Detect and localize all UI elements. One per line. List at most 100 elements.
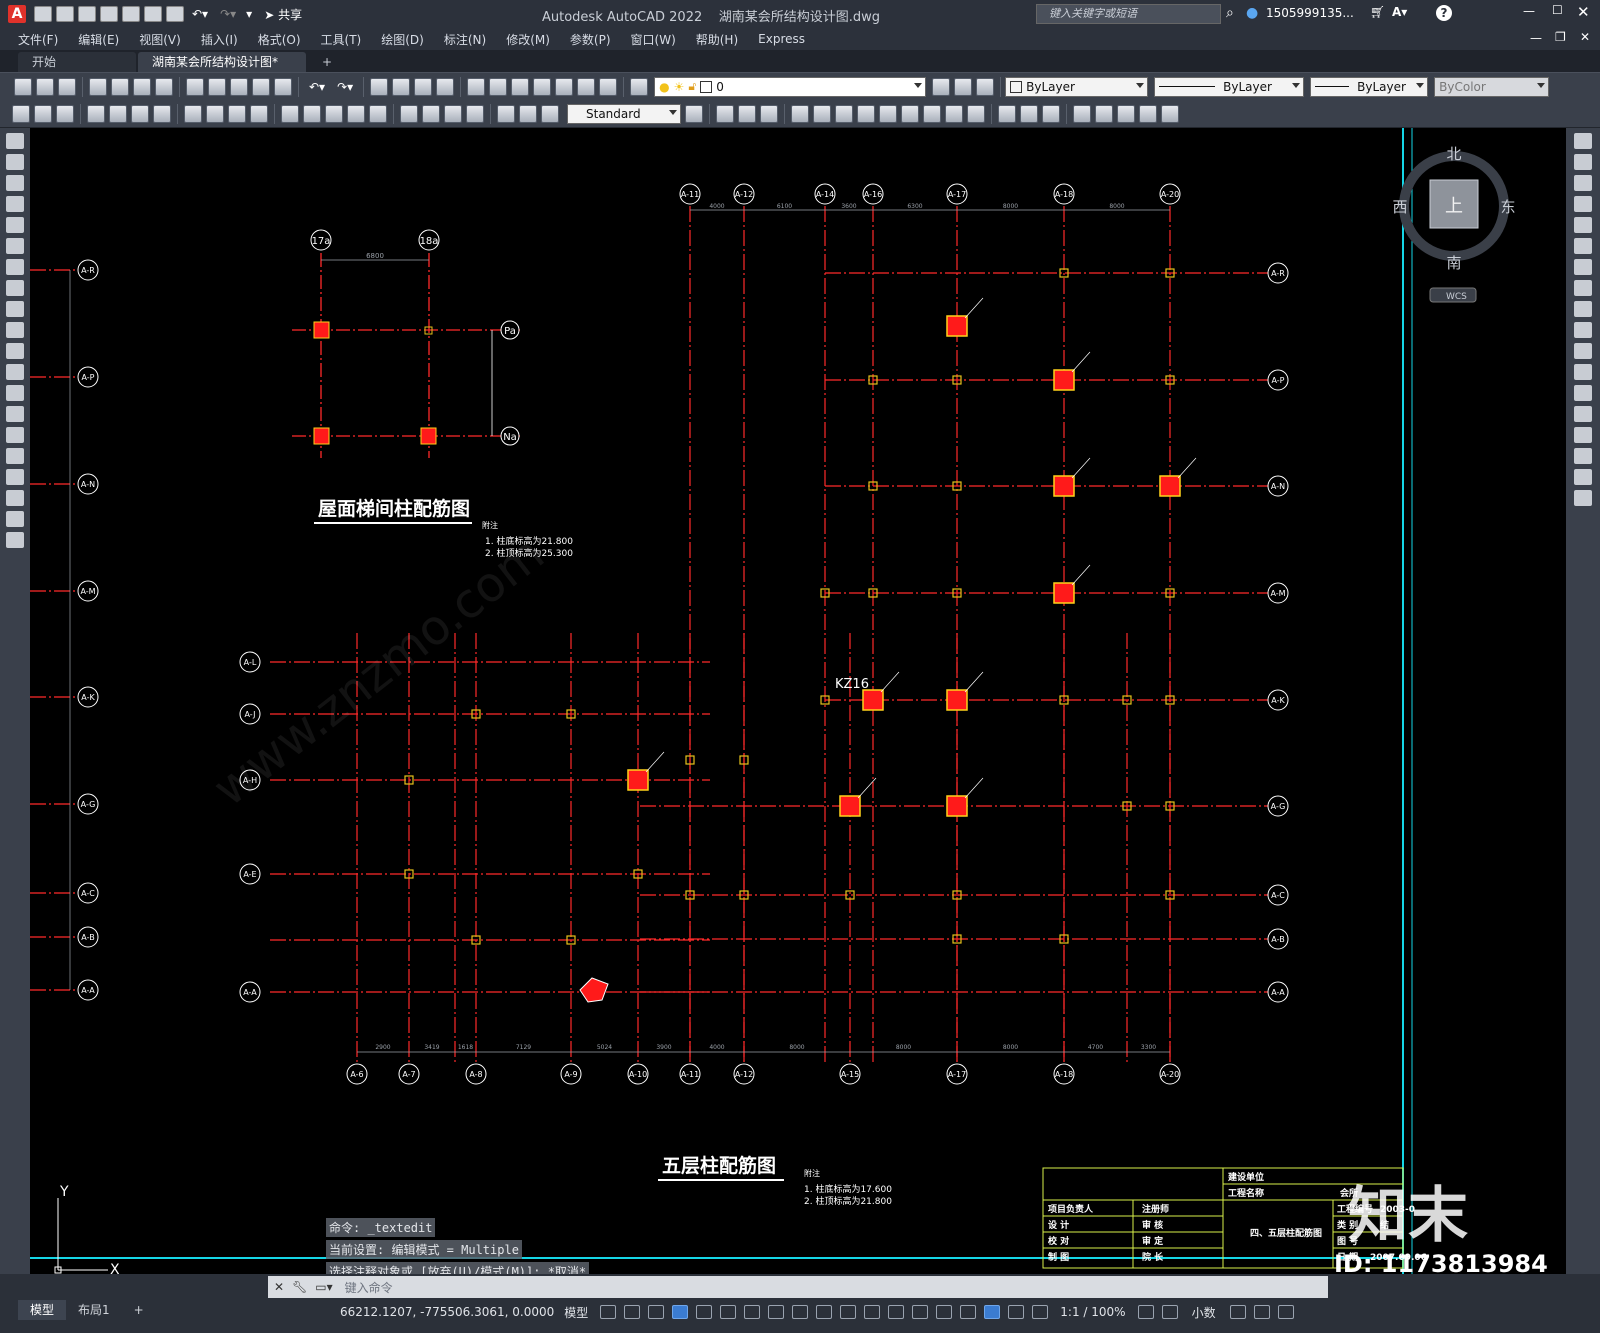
stretch-icon[interactable]	[879, 104, 897, 123]
design-center-icon[interactable]	[489, 77, 508, 96]
array-icon[interactable]	[813, 104, 831, 123]
command-line[interactable]: ✕ 🔧︎ ▭▾ 键入命令	[268, 1276, 1328, 1298]
erase-r-icon[interactable]	[1574, 133, 1592, 149]
help-tb-icon[interactable]	[599, 77, 618, 96]
stretch-r-icon[interactable]	[1574, 301, 1592, 317]
app-logo[interactable]: A	[8, 5, 26, 23]
user-name[interactable]: 1505999135...	[1266, 6, 1354, 20]
join-icon[interactable]	[967, 104, 985, 123]
dynamic-ucs-icon[interactable]	[912, 1305, 929, 1319]
sun-icon[interactable]: ☀	[674, 80, 685, 94]
copy-obj-icon[interactable]	[738, 104, 756, 123]
table-icon[interactable]	[6, 490, 24, 506]
circle-icon[interactable]	[6, 259, 24, 275]
dim-baseline-icon[interactable]	[303, 104, 321, 123]
center-mark-icon[interactable]	[422, 104, 440, 123]
point-icon[interactable]	[6, 406, 24, 422]
plot-icon[interactable]	[144, 6, 162, 22]
sheet-set-icon[interactable]	[533, 77, 552, 96]
color-combo[interactable]: ByLayer	[1005, 76, 1149, 97]
layer-properties-icon[interactable]	[630, 77, 649, 96]
break-r-icon[interactable]	[1574, 385, 1592, 401]
scale-icon[interactable]	[857, 104, 875, 123]
minimize-icon[interactable]: —	[1523, 4, 1535, 18]
arc-icon[interactable]	[6, 238, 24, 254]
menu-view[interactable]: 视图(V)	[129, 31, 191, 48]
new-icon[interactable]	[34, 6, 52, 22]
doc-minimize-icon[interactable]: —	[1530, 31, 1542, 45]
erase-icon[interactable]	[1095, 104, 1113, 123]
extend-r-icon[interactable]	[1574, 343, 1592, 359]
dim-continue-icon[interactable]	[325, 104, 343, 123]
draworder-icon[interactable]	[1117, 104, 1135, 123]
tab-start[interactable]: 开始	[18, 52, 136, 72]
tolerance-icon[interactable]	[400, 104, 418, 123]
dim-radius-icon[interactable]	[184, 104, 202, 123]
model-space-button[interactable]: 模型	[564, 1304, 588, 1321]
infer-icon[interactable]	[648, 1305, 665, 1319]
make-current-icon[interactable]	[932, 77, 951, 96]
ortho-icon[interactable]	[696, 1305, 713, 1319]
trim-icon[interactable]	[901, 104, 919, 123]
add-layout-icon[interactable]: +	[122, 1300, 156, 1320]
polygon-icon[interactable]	[6, 196, 24, 212]
coordinates[interactable]: 66212.1207, -775506.3061, 0.0000	[340, 1305, 554, 1319]
print-icon[interactable]	[166, 6, 184, 22]
calculator-icon[interactable]	[577, 77, 596, 96]
block-editor-icon[interactable]	[274, 77, 292, 96]
copy-r-icon[interactable]	[1574, 154, 1592, 170]
cmd-prompt-icon[interactable]: ▭▾	[315, 1280, 332, 1294]
dimstyle-combo[interactable]: Standard	[567, 103, 681, 124]
blend-r-icon[interactable]	[1574, 469, 1592, 485]
revcloud-icon[interactable]	[6, 280, 24, 296]
menu-format[interactable]: 格式(O)	[248, 31, 311, 48]
move-r-icon[interactable]	[1574, 238, 1592, 254]
dim-space-icon[interactable]	[347, 104, 365, 123]
dim-linear-icon[interactable]	[87, 104, 105, 123]
lock-icon[interactable]: 🔓︎	[688, 79, 696, 94]
qdim-icon[interactable]	[281, 104, 299, 123]
selection-filter-icon[interactable]	[936, 1305, 953, 1319]
zoom-previous-icon[interactable]	[436, 77, 455, 96]
hatch-icon[interactable]	[6, 427, 24, 443]
polyline-icon[interactable]	[6, 175, 24, 191]
publish-button-icon[interactable]	[133, 77, 151, 96]
snap-icon[interactable]	[624, 1305, 641, 1319]
redo-icon[interactable]: ↷▾	[220, 7, 236, 21]
inspection-icon[interactable]	[444, 104, 462, 123]
match-icon[interactable]	[12, 104, 30, 123]
fillet-icon[interactable]	[1020, 104, 1038, 123]
fillet-r-icon[interactable]	[1574, 448, 1592, 464]
xline-icon[interactable]	[6, 154, 24, 170]
annotation-scale[interactable]: 1:1 / 100%	[1060, 1305, 1125, 1319]
rotate-icon[interactable]	[835, 104, 853, 123]
express-tool-icon[interactable]	[1139, 104, 1157, 123]
move-icon[interactable]	[716, 104, 734, 123]
customize-icon[interactable]: ▾	[246, 7, 252, 21]
3d-osnap-icon[interactable]	[888, 1305, 905, 1319]
tab-layout1[interactable]: 布局1	[66, 1300, 122, 1320]
quick-properties-icon[interactable]	[1229, 1305, 1246, 1319]
redo-tb-icon[interactable]: ↷▾	[337, 80, 353, 94]
add-selected-icon[interactable]	[6, 532, 24, 548]
make-block-icon[interactable]	[6, 385, 24, 401]
blend-icon[interactable]	[1042, 104, 1060, 123]
dim-edit-icon[interactable]	[497, 104, 515, 123]
mirror-icon[interactable]	[760, 104, 778, 123]
layer-state-icon[interactable]	[976, 77, 995, 96]
extend-icon[interactable]	[923, 104, 941, 123]
scale-r-icon[interactable]	[1574, 280, 1592, 296]
gizmo-icon[interactable]	[960, 1305, 977, 1319]
tool-palettes-icon[interactable]	[511, 77, 530, 96]
ellipse-icon[interactable]	[6, 322, 24, 338]
break-point-r-icon[interactable]	[1574, 364, 1592, 380]
insert-block-icon[interactable]	[6, 364, 24, 380]
menu-window[interactable]: 窗口(W)	[621, 31, 686, 48]
dimstyle-icon[interactable]	[685, 104, 703, 123]
a360-icon[interactable]: A▾	[1392, 5, 1407, 19]
array-r-icon[interactable]	[1574, 217, 1592, 233]
zoom-window-icon[interactable]	[414, 77, 433, 96]
menu-draw[interactable]: 绘图(D)	[371, 31, 434, 48]
pan-icon[interactable]	[370, 77, 389, 96]
drawing-svg[interactable]: A-11 A-12 A-14 A-16 A-17 A-18 A-20 4000 6100 3600…	[30, 128, 1566, 1274]
